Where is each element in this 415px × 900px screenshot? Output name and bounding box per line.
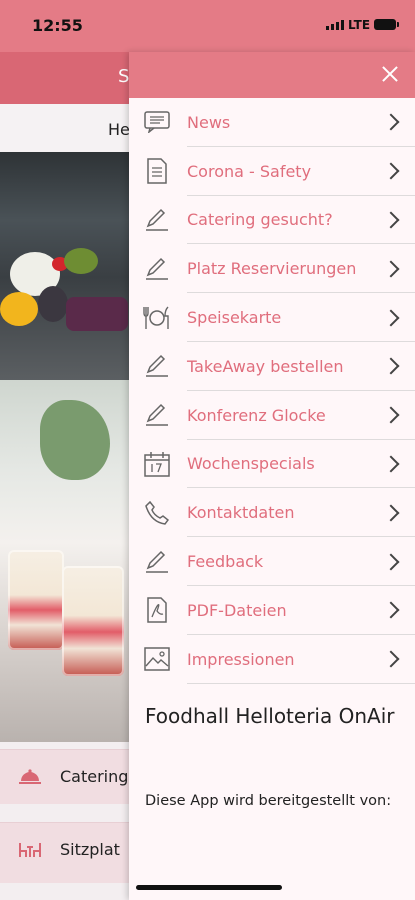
- menu-item-label: TakeAway bestellen: [187, 356, 344, 376]
- pdf-icon: [143, 596, 171, 624]
- menu-item-catering[interactable]: Catering gesucht?: [129, 196, 415, 245]
- edit-icon: [143, 206, 171, 234]
- cloche-icon: [19, 769, 41, 784]
- battery-icon: [374, 19, 399, 30]
- network-type: LTE: [348, 18, 371, 32]
- signal-icon: [326, 20, 344, 30]
- chevron-right-icon: [382, 601, 400, 619]
- navigation-drawer: News Corona - Safety Catering gesucht? P…: [129, 52, 415, 900]
- cutlery-icon: [143, 304, 171, 332]
- menu-item-label: Corona - Safety: [187, 161, 312, 181]
- app-row-label: Sitzplat: [60, 840, 120, 859]
- menu-item-contact[interactable]: Kontaktdaten: [129, 488, 415, 537]
- chevron-right-icon: [382, 650, 400, 668]
- chevron-right-icon: [382, 553, 400, 571]
- menu-item-reservations[interactable]: Platz Reservierungen: [129, 244, 415, 293]
- menu-item-impressions[interactable]: Impressionen: [129, 635, 415, 684]
- menu-item-label: Wochenspecials: [187, 454, 315, 474]
- menu-item-corona-safety[interactable]: Corona - Safety: [129, 147, 415, 196]
- app-row-seating[interactable]: Sitzplat: [0, 822, 130, 883]
- news-icon: [143, 108, 171, 136]
- menu-item-label: Impressionen: [187, 649, 295, 669]
- menu-item-label: Kontaktdaten: [187, 503, 295, 523]
- edit-icon: [143, 548, 171, 576]
- menu-item-menu-card[interactable]: Speisekarte: [129, 293, 415, 342]
- status-bar: 12:55 LTE: [0, 0, 415, 52]
- app-row-label: Catering: [60, 767, 129, 786]
- image-icon: [143, 645, 171, 673]
- app-header-title: S: [118, 66, 130, 87]
- status-time: 12:55: [32, 16, 83, 35]
- menu-item-label: Konferenz Glocke: [187, 405, 326, 425]
- chevron-right-icon: [382, 162, 400, 180]
- provider-title: Foodhall Helloteria OnAir: [145, 704, 395, 728]
- menu-item-conference-bell[interactable]: Konferenz Glocke: [129, 391, 415, 440]
- chevron-right-icon: [382, 113, 400, 131]
- menu-item-label: Catering gesucht?: [187, 210, 333, 230]
- edit-icon: [143, 352, 171, 380]
- menu-item-label: Speisekarte: [187, 308, 282, 328]
- seating-icon: [19, 843, 41, 857]
- food-photo-dessert: [0, 380, 130, 742]
- document-icon: [143, 157, 171, 185]
- menu-item-label: Feedback: [187, 552, 264, 572]
- menu-item-label: News: [187, 112, 231, 132]
- menu-item-news[interactable]: News: [129, 98, 415, 147]
- edit-icon: [143, 401, 171, 429]
- phone-icon: [143, 499, 171, 527]
- food-photo-buffet: [0, 152, 130, 380]
- menu-item-feedback[interactable]: Feedback: [129, 537, 415, 586]
- app-row-catering[interactable]: Catering: [0, 749, 130, 804]
- chevron-right-icon: [382, 504, 400, 522]
- drawer-header: [129, 52, 415, 98]
- chevron-right-icon: [382, 357, 400, 375]
- chevron-right-icon: [382, 211, 400, 229]
- chevron-right-icon: [382, 260, 400, 278]
- menu-item-label: Platz Reservierungen: [187, 259, 357, 279]
- home-indicator[interactable]: [136, 885, 282, 890]
- chevron-right-icon: [382, 406, 400, 424]
- chevron-right-icon: [382, 455, 400, 473]
- app-subheader-text: He: [108, 120, 130, 139]
- menu-item-weekly-specials[interactable]: Wochenspecials: [129, 440, 415, 489]
- provider-text: Diese App wird bereitgestellt von:: [145, 793, 392, 809]
- drawer-menu: News Corona - Safety Catering gesucht? P…: [129, 98, 415, 684]
- menu-item-label: PDF-Dateien: [187, 600, 287, 620]
- close-icon[interactable]: [379, 63, 401, 85]
- menu-item-takeaway[interactable]: TakeAway bestellen: [129, 342, 415, 391]
- calendar-icon: [143, 450, 171, 478]
- edit-icon: [143, 255, 171, 283]
- menu-item-pdf[interactable]: PDF-Dateien: [129, 586, 415, 635]
- chevron-right-icon: [382, 309, 400, 327]
